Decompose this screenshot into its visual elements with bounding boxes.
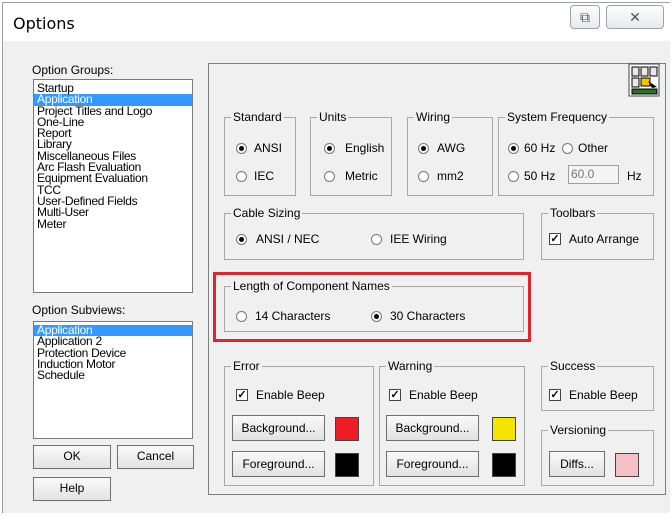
ansi-label: ANSI bbox=[254, 141, 283, 155]
units-title: Units bbox=[317, 110, 349, 124]
cable-sizing-title: Cable Sizing bbox=[231, 206, 303, 220]
warning-foreground-swatch bbox=[492, 453, 516, 477]
restore-button[interactable]: ⧉ bbox=[570, 5, 600, 29]
warning-enable-beep-label: Enable Beep bbox=[409, 388, 478, 402]
ok-button[interactable]: OK bbox=[33, 445, 111, 469]
units-group: Units bbox=[310, 110, 392, 196]
restore-icon: ⧉ bbox=[580, 9, 590, 25]
option-subviews-list[interactable]: Application Application 2 Protection Devic… bbox=[33, 321, 193, 439]
options-dialog: Options ⧉ ✕ Option Groups: Startup Applic… bbox=[2, 2, 671, 513]
ansi-nec-radio[interactable] bbox=[236, 234, 247, 245]
close-icon: ✕ bbox=[629, 9, 641, 25]
option-groups-list[interactable]: Startup Application Project Titles and Log… bbox=[33, 79, 193, 293]
60hz-label: 60 Hz bbox=[524, 141, 556, 155]
diffs-button[interactable]: Diffs... bbox=[549, 451, 605, 477]
iee-wiring-radio[interactable] bbox=[371, 234, 382, 245]
other-label: Other bbox=[578, 141, 609, 155]
list-item[interactable]: Meter bbox=[34, 217, 192, 230]
warning-title: Warning bbox=[386, 359, 435, 373]
system-frequency-group: System Frequency bbox=[498, 110, 654, 196]
mm2-radio[interactable] bbox=[418, 171, 429, 182]
error-enable-beep-checkbox[interactable]: ✓ bbox=[236, 389, 248, 401]
30-characters-radio[interactable] bbox=[371, 311, 382, 322]
window-title: Options bbox=[13, 14, 75, 33]
versioning-color-swatch bbox=[615, 453, 639, 477]
14-characters-radio[interactable] bbox=[236, 311, 247, 322]
iec-label: IEC bbox=[254, 169, 275, 183]
auto-arrange-checkbox[interactable]: ✓ bbox=[549, 233, 561, 245]
wiring-group: Wiring bbox=[407, 110, 493, 196]
warning-background-button[interactable]: Background... bbox=[386, 415, 479, 441]
auto-arrange-label: Auto Arrange bbox=[569, 232, 640, 246]
warning-foreground-button[interactable]: Foreground... bbox=[386, 451, 479, 477]
versioning-title: Versioning bbox=[548, 423, 609, 437]
metric-label: Metric bbox=[345, 169, 378, 183]
iec-radio[interactable] bbox=[236, 171, 247, 182]
wiring-title: Wiring bbox=[414, 110, 453, 124]
mm2-label: mm2 bbox=[437, 169, 464, 183]
warning-background-swatch bbox=[492, 417, 516, 441]
cancel-button[interactable]: Cancel bbox=[117, 445, 194, 469]
toolbar-layout-icon bbox=[628, 63, 660, 97]
awg-label: AWG bbox=[437, 141, 466, 155]
metric-radio[interactable] bbox=[324, 171, 335, 182]
success-enable-beep-label: Enable Beep bbox=[569, 388, 638, 402]
error-background-swatch bbox=[335, 417, 359, 441]
standard-title: Standard bbox=[231, 110, 284, 124]
awg-radio[interactable] bbox=[418, 143, 429, 154]
error-background-button[interactable]: Background... bbox=[232, 415, 325, 441]
english-radio[interactable] bbox=[324, 143, 335, 154]
other-frequency-field[interactable]: 60.0 bbox=[568, 165, 619, 184]
ansi-radio[interactable] bbox=[236, 143, 247, 154]
error-foreground-button[interactable]: Foreground... bbox=[232, 451, 325, 477]
14-characters-label: 14 Characters bbox=[255, 309, 331, 323]
iee-wiring-label: IEE Wiring bbox=[390, 232, 447, 246]
30-characters-label: 30 Characters bbox=[390, 309, 466, 323]
option-groups-label: Option Groups: bbox=[32, 63, 114, 77]
50hz-radio[interactable] bbox=[508, 171, 519, 182]
success-enable-beep-checkbox[interactable]: ✓ bbox=[549, 389, 561, 401]
error-enable-beep-label: Enable Beep bbox=[256, 388, 325, 402]
option-subviews-label: Option Subviews: bbox=[32, 303, 126, 317]
component-names-title: Length of Component Names bbox=[231, 279, 392, 293]
error-foreground-swatch bbox=[335, 453, 359, 477]
english-label: English bbox=[345, 141, 385, 155]
help-button[interactable]: Help bbox=[33, 477, 111, 501]
toolbars-title: Toolbars bbox=[548, 206, 598, 220]
error-title: Error bbox=[231, 359, 262, 373]
60hz-radio[interactable] bbox=[508, 143, 519, 154]
standard-group: Standard bbox=[224, 110, 296, 196]
list-item[interactable]: Schedule bbox=[34, 369, 192, 381]
other-radio[interactable] bbox=[562, 143, 573, 154]
close-button[interactable]: ✕ bbox=[606, 5, 664, 29]
title-bar: Options ⧉ ✕ bbox=[3, 3, 671, 41]
warning-enable-beep-checkbox[interactable]: ✓ bbox=[389, 389, 401, 401]
system-frequency-title: System Frequency bbox=[505, 110, 610, 124]
frequency-unit-label: Hz bbox=[627, 169, 642, 183]
ansi-nec-label: ANSI / NEC bbox=[256, 232, 320, 246]
50hz-label: 50 Hz bbox=[524, 169, 556, 183]
success-title: Success bbox=[548, 359, 598, 373]
